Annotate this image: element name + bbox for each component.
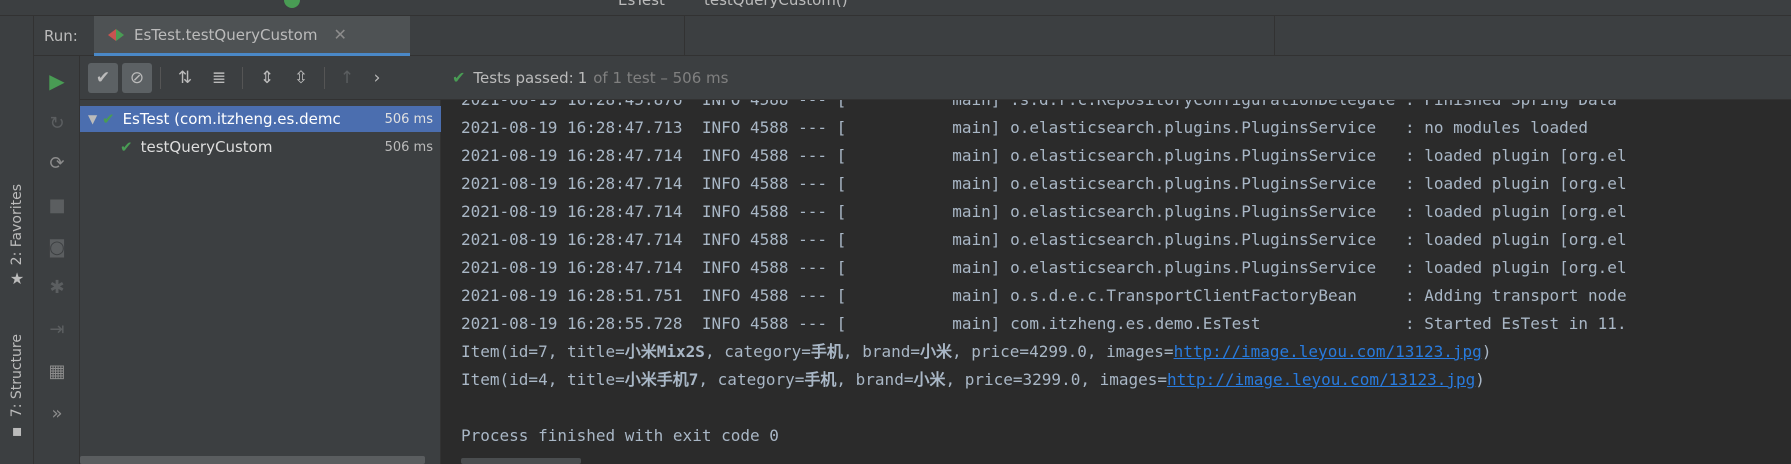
stop-icon[interactable]: ■ bbox=[42, 190, 72, 220]
console-item-line: Item(id=7, title=小米Mix2S, category=手机, b… bbox=[461, 342, 1492, 361]
run-label: Run: bbox=[44, 27, 78, 45]
tree-row-testquerycustom[interactable]: ✔ testQueryCustom 506 ms bbox=[80, 134, 441, 160]
collapse-all-icon[interactable]: ⇳ bbox=[286, 63, 316, 93]
debug-icon[interactable]: ✱ bbox=[42, 272, 72, 302]
test-tree: ▼ ✔ EsTest (com.itzheng.es.demc 506 ms ✔… bbox=[80, 100, 441, 464]
structure-tool-button[interactable]: 7: Structure ▪ bbox=[6, 334, 28, 440]
image-url-link[interactable]: http://image.leyou.com/13123.jpg bbox=[1174, 342, 1482, 361]
more-actions-icon[interactable]: » bbox=[42, 398, 72, 428]
console-line: 2021-08-19 16:28:47.714 INFO 4588 --- [ … bbox=[461, 258, 1627, 277]
header-divider bbox=[684, 16, 685, 56]
tree-node-name: EsTest (com.itzheng.es.demc bbox=[122, 110, 341, 128]
tree-row-estest[interactable]: ▼ ✔ EsTest (com.itzheng.es.demc 506 ms bbox=[80, 106, 441, 132]
favorites-tool-button[interactable]: 2: Favorites ★ bbox=[6, 184, 28, 288]
status-detail: of 1 test – 506 ms bbox=[593, 68, 729, 87]
rerun-icon[interactable]: ▶ bbox=[42, 66, 72, 96]
console-line: 2021-08-19 16:28:47.714 INFO 4588 --- [ … bbox=[461, 174, 1627, 193]
close-tab-icon[interactable]: ✕ bbox=[333, 25, 346, 44]
console-line: 2021-08-19 16:28:51.751 INFO 4588 --- [ … bbox=[461, 286, 1627, 305]
tree-horizontal-scrollbar[interactable] bbox=[80, 456, 425, 464]
previous-failed-icon[interactable]: ↑ bbox=[332, 63, 362, 93]
header-divider bbox=[1274, 16, 1275, 56]
tests-status: ✔ Tests passed: 1 of 1 test – 506 ms bbox=[452, 68, 728, 87]
toggle-auto-test-icon[interactable]: ⟳ bbox=[42, 148, 72, 178]
more-toolbar-icon[interactable]: › bbox=[362, 63, 392, 93]
console-exit-line: Process finished with exit code 0 bbox=[461, 426, 779, 445]
status-prefix: Tests passed: bbox=[473, 68, 574, 87]
expand-all-icon[interactable]: ⇕ bbox=[252, 63, 282, 93]
console-line: 2021-08-19 16:28:55.728 INFO 4588 --- [ … bbox=[461, 314, 1627, 333]
run-status-dot-icon bbox=[284, 0, 300, 8]
test-results-toolbar: ✔ ⊘ ⇅ ≣ ⇕ ⇳ ↑ › ✔ Tests passed: 1 of 1 t… bbox=[80, 56, 1791, 100]
toolbar-separator bbox=[160, 67, 161, 89]
sort-by-duration-icon[interactable]: ≣ bbox=[204, 63, 234, 93]
show-passed-toggle-icon[interactable]: ✔ bbox=[88, 63, 118, 93]
console-line: 2021-08-19 16:28:47.714 INFO 4588 --- [ … bbox=[461, 230, 1627, 249]
run-tool-window-header: Run: EsTest.testQueryCustom ✕ bbox=[34, 16, 1791, 56]
toolbar-separator bbox=[242, 67, 243, 89]
image-url-link[interactable]: http://image.leyou.com/13123.jpg bbox=[1167, 370, 1475, 389]
expand-arrow-icon[interactable]: ▼ bbox=[88, 112, 102, 126]
passed-check-icon: ✔ bbox=[120, 138, 133, 156]
sort-alphabetically-icon[interactable]: ⇅ bbox=[170, 63, 200, 93]
console-line: 2021-08-19 16:28:47.713 INFO 4588 --- [ … bbox=[461, 118, 1589, 137]
tree-node-duration: 506 ms bbox=[384, 111, 433, 127]
console-line: 2021-08-19 16:28:47.714 INFO 4588 --- [ … bbox=[461, 202, 1627, 221]
rerun-failed-icon[interactable]: ↻ bbox=[42, 108, 72, 138]
test-run-config-icon bbox=[108, 27, 126, 43]
console-line: 2021-08-19 16:28:47.714 INFO 4588 --- [ … bbox=[461, 146, 1627, 165]
left-tool-window-strip: 2: Favorites ★ 7: Structure ▪ bbox=[0, 16, 34, 464]
exit-icon[interactable]: ⇥ bbox=[42, 314, 72, 344]
breadcrumb-method[interactable]: testQueryCustom() bbox=[704, 0, 848, 9]
structure-label: 7: Structure bbox=[9, 334, 25, 418]
console-line: 2021-08-19 16:28:45.876 INFO 4588 --- [ … bbox=[461, 100, 1617, 114]
camera-icon[interactable]: ◙ bbox=[42, 232, 72, 262]
tree-node-duration: 506 ms bbox=[384, 139, 433, 155]
run-tab-estest[interactable]: EsTest.testQueryCustom ✕ bbox=[94, 16, 410, 56]
status-count: 1 bbox=[577, 68, 588, 87]
layout-icon[interactable]: ▦ bbox=[42, 356, 72, 386]
run-actions-toolbar: ▶ ↻ ⟳ ■ ◙ ✱ ⇥ ▦ » bbox=[34, 56, 80, 464]
breadcrumb-class[interactable]: EsTest bbox=[618, 0, 665, 9]
console-horizontal-scrollbar[interactable] bbox=[461, 458, 581, 464]
console-output[interactable]: 2021-08-19 16:28:45.876 INFO 4588 --- [ … bbox=[441, 100, 1791, 464]
tree-node-name: testQueryCustom bbox=[140, 138, 273, 156]
run-tab-title: EsTest.testQueryCustom bbox=[134, 25, 318, 44]
toolbar-separator bbox=[324, 67, 325, 89]
console-item-line: Item(id=4, title=小米手机7, category=手机, bra… bbox=[461, 370, 1485, 389]
passed-check-icon: ✔ bbox=[452, 68, 466, 87]
show-ignored-toggle-icon[interactable]: ⊘ bbox=[122, 63, 152, 93]
top-breadcrumb-strip: EsTest testQueryCustom() bbox=[0, 0, 1791, 16]
star-icon: ★ bbox=[9, 269, 25, 289]
passed-check-icon: ✔ bbox=[102, 110, 115, 128]
favorites-label: 2: Favorites bbox=[9, 184, 25, 266]
structure-icon: ▪ bbox=[11, 421, 23, 441]
